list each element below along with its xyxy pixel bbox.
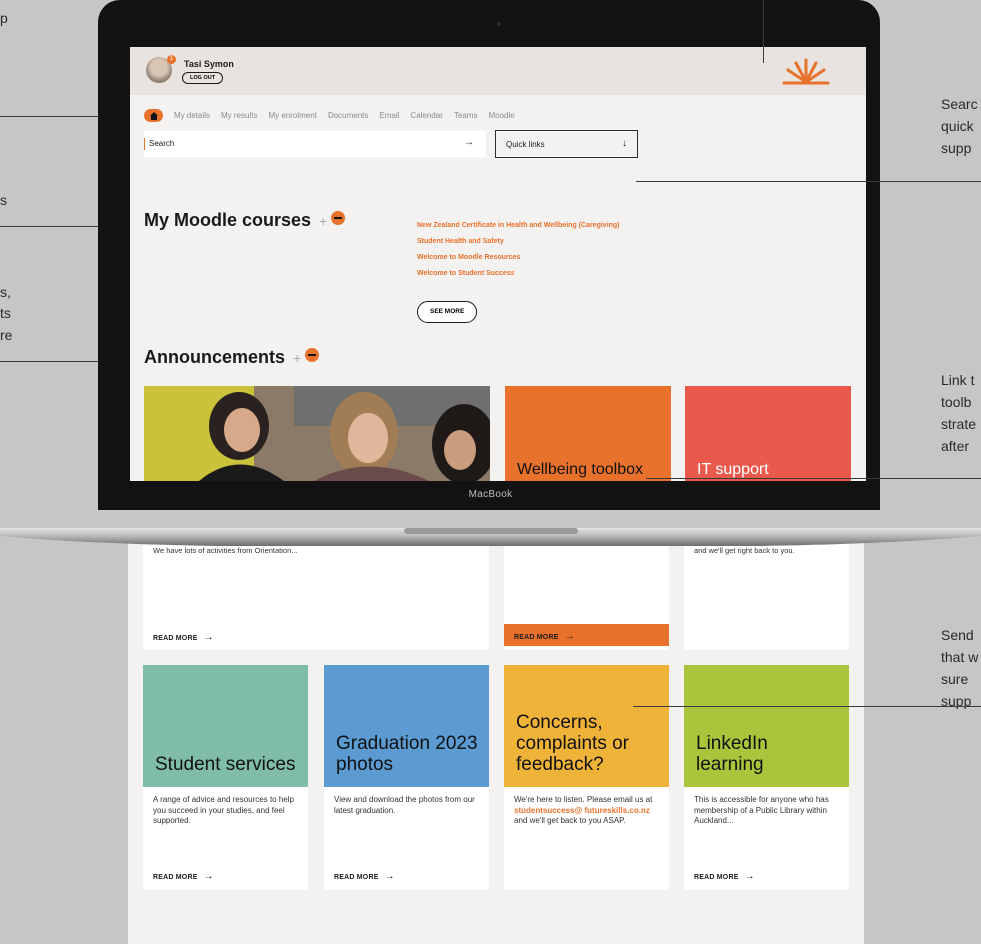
card-title: Graduation 2023 photos (336, 733, 478, 775)
search-placeholder: Search (149, 139, 175, 148)
read-more-link[interactable]: READ MORE → (153, 632, 214, 643)
annotation-left-2: s (0, 192, 7, 208)
top-bar: 1 Tasi Symon LOG OUT (130, 47, 866, 95)
read-more-link[interactable]: READ MORE → (334, 871, 395, 882)
linkedin-card[interactable]: LinkedIn learning This is accessible for… (684, 665, 849, 890)
it-support-card: and we'll get right back to you. (684, 540, 849, 650)
read-more-link[interactable]: READ MORE → (514, 631, 575, 642)
app-screen: 1 Tasi Symon LOG OUT My details My resul… (130, 47, 866, 481)
card-title: LinkedIn learning (696, 733, 768, 775)
annotation-right-2: quick (941, 118, 974, 134)
annotation-left-3: s, (0, 284, 11, 300)
announcements-heading: Announcements + (144, 347, 320, 368)
user-name: Tasi Symon (184, 59, 234, 69)
nav-item-teams[interactable]: Teams (454, 111, 478, 120)
annotation-right-10: sure (941, 671, 969, 687)
quick-links-label: Quick links (506, 140, 545, 149)
search-submit-icon[interactable]: → (464, 137, 474, 148)
read-more-link[interactable]: READ MORE → (694, 871, 755, 882)
sunburst-logo-icon (782, 58, 830, 85)
nav-item-documents[interactable]: Documents (328, 111, 368, 120)
annotation-right-6: strate (941, 416, 977, 432)
annotation-right-3: supp (941, 140, 972, 156)
moodle-heading: My Moodle courses + (144, 210, 346, 231)
annotation-line (633, 706, 981, 707)
nav-item-calendar[interactable]: Calendar (410, 111, 442, 120)
expand-icon[interactable]: + (319, 213, 327, 229)
card-hero: Student services (143, 665, 308, 787)
card-body: View and download the photos from our la… (334, 795, 475, 815)
card-body: A range of advice and resources to help … (153, 795, 294, 825)
card-title: Concerns, complaints or feedback? (516, 712, 629, 775)
annotation-right-8: Send (941, 627, 974, 643)
expand-icon[interactable]: + (293, 350, 301, 366)
concerns-card[interactable]: Concerns, complaints or feedback? We're … (504, 665, 669, 890)
logout-button[interactable]: LOG OUT (182, 72, 224, 84)
annotation-right-11: supp (941, 693, 972, 709)
nav-item-my-details[interactable]: My details (174, 111, 210, 120)
annotation-line (0, 116, 98, 117)
read-more-link[interactable]: READ MORE → (153, 871, 214, 882)
card-body: We're here to listen. Please email us at… (514, 795, 653, 825)
course-link[interactable]: Welcome to Student Success (417, 266, 620, 282)
camera-icon (497, 22, 501, 26)
annotation-right-9: that w (941, 649, 979, 665)
home-icon[interactable] (144, 109, 163, 122)
course-link[interactable]: Student Health and Safety (417, 234, 620, 250)
quick-links-dropdown[interactable]: Quick links ↓ (495, 130, 638, 158)
card-hero: Graduation 2023 photos (324, 665, 489, 787)
card-hero: Concerns, complaints or feedback? (504, 665, 669, 787)
annotation-left-5: re (0, 327, 13, 343)
annotation-left-1: p (0, 10, 8, 26)
tile-title: Wellbeing toolbox (517, 461, 644, 478)
main-nav: My details My results My enrolment Docum… (144, 109, 515, 122)
course-list: New Zealand Certificate in Health and We… (417, 218, 620, 282)
annotation-line (0, 361, 98, 362)
tile-title: IT support (697, 461, 769, 478)
chevron-down-icon: ↓ (622, 138, 627, 149)
annotation-right-5: toolb (941, 394, 972, 410)
card-title: Student services (155, 754, 296, 775)
course-link[interactable]: New Zealand Certificate in Health and We… (417, 218, 620, 234)
page-continuation: We have lots of activities from Orientat… (128, 540, 864, 944)
collapse-icon[interactable] (331, 211, 346, 225)
nav-item-email[interactable]: Email (379, 111, 399, 120)
card-hero: LinkedIn learning (684, 665, 849, 787)
annotation-line (0, 226, 98, 227)
course-link[interactable]: Welcome to Moodle Resources (417, 250, 620, 266)
annotation-right-4: Link t (941, 372, 975, 388)
annotation-line (763, 0, 764, 63)
annotation-line (636, 181, 981, 182)
card-body: This is accessible for anyone who has me… (694, 795, 829, 825)
wellbeing-card: READ MORE → (504, 540, 669, 650)
laptop-base (0, 528, 981, 546)
annotation-right-1: Searc (941, 96, 978, 112)
laptop-brand: MacBook (468, 489, 513, 500)
student-services-card[interactable]: Student services A range of advice and r… (143, 665, 308, 890)
collapse-icon[interactable] (305, 348, 320, 362)
search-caret (144, 138, 145, 150)
annotation-line (646, 478, 981, 479)
nav-item-moodle[interactable]: Moodle (488, 111, 514, 120)
orientation-photo[interactable] (144, 386, 490, 481)
notification-badge[interactable]: 1 (167, 55, 176, 64)
see-more-button[interactable]: SEE MORE (417, 301, 478, 323)
nav-item-my-results[interactable]: My results (221, 111, 257, 120)
annotation-left-4: ts (0, 305, 11, 321)
email-link[interactable]: studentsuccess@ futureskills.co.nz (514, 806, 650, 815)
graduation-card[interactable]: Graduation 2023 photos View and download… (324, 665, 489, 890)
nav-item-my-enrolment[interactable]: My enrolment (268, 111, 316, 120)
orientation-card: We have lots of activities from Orientat… (143, 540, 489, 650)
search-input[interactable]: Search → (144, 131, 486, 157)
annotation-right-7: after (941, 438, 970, 454)
it-support-tile[interactable]: IT support (685, 386, 851, 481)
wellbeing-readmore-bar[interactable]: READ MORE → (504, 624, 669, 646)
wellbeing-toolbox-tile[interactable]: Wellbeing toolbox (505, 386, 671, 481)
